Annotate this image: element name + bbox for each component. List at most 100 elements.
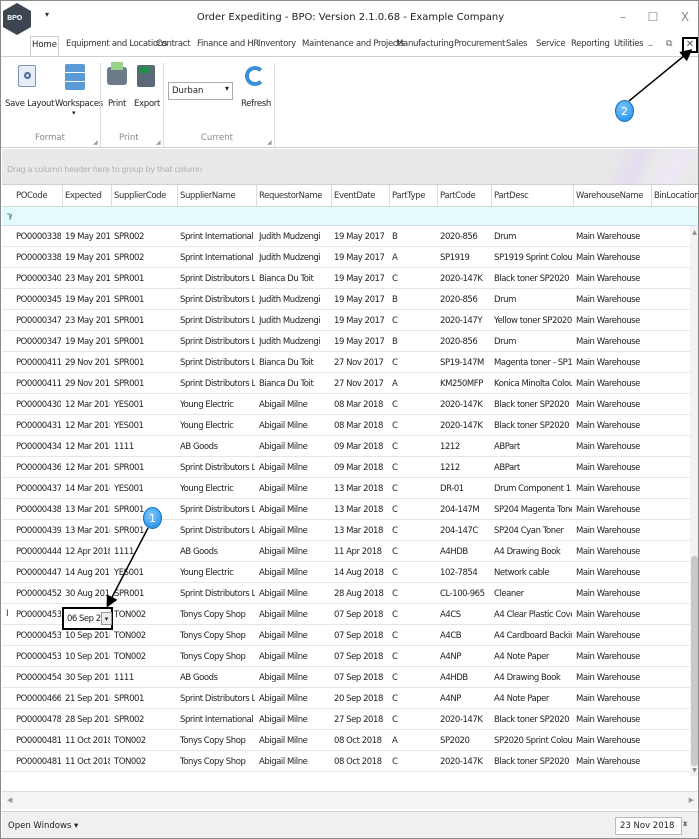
column-header-parttype[interactable]: PartType — [392, 191, 426, 201]
cell-suppliercode[interactable]: SPR001 — [114, 337, 176, 347]
cell-expected[interactable]: 12 Mar 2018 — [65, 442, 110, 452]
cell-warehousename[interactable]: Main Warehouse — [576, 274, 650, 284]
cell-requestorname[interactable]: Abigail Milne — [259, 505, 330, 515]
cell-warehousename[interactable]: Main Warehouse — [576, 694, 650, 704]
cell-eventdate[interactable]: 08 Mar 2018 — [334, 421, 388, 431]
cell-suppliername[interactable]: Sprint International — [180, 715, 255, 725]
table-row[interactable]: PO0000439 13 Mar 2018 SPR001 Sprint Distrib… — [2, 520, 690, 541]
cell-partcode[interactable]: 204-147M — [440, 505, 490, 515]
cell-partdesc[interactable]: SP204 Magenta Toner — [494, 505, 572, 515]
cell-requestorname[interactable]: Abigail Milne — [259, 715, 330, 725]
column-header-partcode[interactable]: PartCode — [440, 191, 476, 201]
table-row[interactable]: PO0000338 19 May 2017 SPR002 Sprint Interna… — [2, 247, 690, 268]
cell-eventdate[interactable]: 13 Mar 2018 — [334, 526, 388, 536]
cell-pocode[interactable]: PO0000437 — [16, 484, 61, 494]
cell-partcode[interactable]: A4NP — [440, 694, 490, 704]
cell-warehousename[interactable]: Main Warehouse — [576, 337, 650, 347]
tab-maintenance-and-projects[interactable]: Maintenance and Projects — [302, 39, 405, 49]
cell-suppliercode[interactable]: TON002 — [114, 631, 176, 641]
expected-date-editor[interactable]: 06 Sep 20 ▾ — [62, 607, 113, 630]
tab-inventory[interactable]: Inventory — [258, 39, 296, 49]
cell-requestorname[interactable]: Abigail Milne — [259, 652, 330, 662]
cell-requestorname[interactable]: Bianca Du Toit — [259, 358, 330, 368]
cell-partcode[interactable]: A4HDB — [440, 673, 490, 683]
cell-expected[interactable]: 28 Sep 2018 — [65, 715, 110, 725]
cell-parttype[interactable]: C — [392, 358, 436, 368]
cell-eventdate[interactable]: 27 Nov 2017 — [334, 358, 388, 368]
cell-parttype[interactable]: A — [392, 379, 436, 389]
cell-warehousename[interactable]: Main Warehouse — [576, 253, 650, 263]
cell-pocode[interactable]: PO0000436 — [16, 463, 61, 473]
cell-parttype[interactable]: C — [392, 505, 436, 515]
cell-warehousename[interactable]: Main Warehouse — [576, 673, 650, 683]
cell-requestorname[interactable]: Abigail Milne — [259, 757, 330, 767]
cell-partcode[interactable]: CL-100-965 — [440, 589, 490, 599]
cell-expected[interactable]: 30 Sep 2018 — [65, 673, 110, 683]
cell-expected[interactable]: 19 May 2017 — [65, 232, 110, 242]
refresh-button[interactable]: Refresh — [239, 63, 271, 118]
cell-eventdate[interactable]: 13 Mar 2018 — [334, 484, 388, 494]
site-select[interactable]: Durban ▾ — [168, 82, 233, 100]
cell-pocode[interactable]: PO0000447 — [16, 568, 61, 578]
cell-partdesc[interactable]: ABPart — [494, 442, 572, 452]
open-windows-button[interactable]: Open Windows ▾ — [8, 821, 78, 831]
cell-suppliercode[interactable]: SPR001 — [114, 589, 176, 599]
tab-home[interactable]: Home — [30, 36, 59, 57]
cell-requestorname[interactable]: Judith Mudzengi — [259, 295, 330, 305]
table-row[interactable]: PO0000338 19 May 2017 SPR002 Sprint Interna… — [2, 226, 690, 247]
cell-suppliercode[interactable]: SPR001 — [114, 526, 176, 536]
cell-suppliercode[interactable]: TON002 — [114, 736, 176, 746]
cell-suppliercode[interactable]: 1111 — [114, 547, 176, 557]
cell-eventdate[interactable]: 07 Sep 2018 — [334, 631, 388, 641]
cell-warehousename[interactable]: Main Warehouse — [576, 610, 650, 620]
cell-partcode[interactable]: DR-01 — [440, 484, 490, 494]
cell-warehousename[interactable]: Main Warehouse — [576, 526, 650, 536]
cell-suppliername[interactable]: Young Electric — [180, 568, 255, 578]
cell-partcode[interactable]: 2020-147K — [440, 274, 490, 284]
table-row[interactable]: PO0000411 29 Nov 2017 SPR001 Sprint Distrib… — [2, 352, 690, 373]
cell-suppliercode[interactable]: YES001 — [114, 484, 176, 494]
maximize-button[interactable]: ☐ — [641, 7, 665, 27]
cell-warehousename[interactable]: Main Warehouse — [576, 757, 650, 767]
cell-partcode[interactable]: 204-147C — [440, 526, 490, 536]
column-header-requestorname[interactable]: RequestorName — [259, 191, 323, 201]
cell-suppliername[interactable]: Sprint Distributors Local — [180, 358, 255, 368]
cell-partdesc[interactable]: A4 Drawing Book — [494, 547, 572, 557]
cell-warehousename[interactable]: Main Warehouse — [576, 736, 650, 746]
cell-pocode[interactable]: PO0000434 — [16, 442, 61, 452]
cell-suppliercode[interactable]: SPR002 — [114, 232, 176, 242]
cell-requestorname[interactable]: Abigail Milne — [259, 400, 330, 410]
cell-parttype[interactable]: C — [392, 316, 436, 326]
cell-warehousename[interactable]: Main Warehouse — [576, 652, 650, 662]
date-dropdown-button[interactable]: ▾ — [101, 612, 112, 625]
cell-parttype[interactable]: B — [392, 295, 436, 305]
cell-partdesc[interactable]: A4 Drawing Book — [494, 673, 572, 683]
print-launcher-icon[interactable]: ◢ — [156, 139, 161, 146]
cell-partcode[interactable]: SP1919 — [440, 253, 490, 263]
cell-expected[interactable]: 11 Oct 2018 — [65, 757, 110, 767]
cell-eventdate[interactable]: 07 Sep 2018 — [334, 652, 388, 662]
cell-pocode[interactable]: PO0000338 — [16, 232, 61, 242]
cell-requestorname[interactable]: Abigail Milne — [259, 463, 330, 473]
cell-expected[interactable]: 19 May 2017 — [65, 337, 110, 347]
cell-parttype[interactable]: B — [392, 337, 436, 347]
cell-requestorname[interactable]: Abigail Milne — [259, 568, 330, 578]
cell-partdesc[interactable]: Black toner SP2020 — [494, 421, 572, 431]
cell-partdesc[interactable]: A4 Note Paper — [494, 652, 572, 662]
cell-partdesc[interactable]: Black toner SP2020 — [494, 715, 572, 725]
cell-suppliername[interactable]: Sprint Distributors Local — [180, 379, 255, 389]
cell-pocode[interactable]: PO0000438 — [16, 505, 61, 515]
group-by-panel[interactable]: Drag a column header here to group by th… — [2, 149, 698, 185]
cell-suppliercode[interactable]: SPR001 — [114, 295, 176, 305]
cell-suppliername[interactable]: Sprint Distributors Local — [180, 316, 255, 326]
cell-eventdate[interactable]: 08 Oct 2018 — [334, 736, 388, 746]
table-row[interactable]: PO0000444 12 Apr 2018 1111 AB Goods Abigail … — [2, 541, 690, 562]
cell-requestorname[interactable]: Abigail Milne — [259, 589, 330, 599]
scroll-right-icon[interactable]: ▶ — [689, 796, 694, 804]
table-row[interactable]: PO0000438 13 Mar 2018 SPR001 Sprint Distrib… — [2, 499, 690, 520]
cell-warehousename[interactable]: Main Warehouse — [576, 631, 650, 641]
cell-eventdate[interactable]: 27 Sep 2018 — [334, 715, 388, 725]
cell-partdesc[interactable]: Black toner SP2020 — [494, 400, 572, 410]
cell-pocode[interactable]: PO0000347 — [16, 316, 61, 326]
cell-expected[interactable]: 23 May 2017 — [65, 316, 110, 326]
